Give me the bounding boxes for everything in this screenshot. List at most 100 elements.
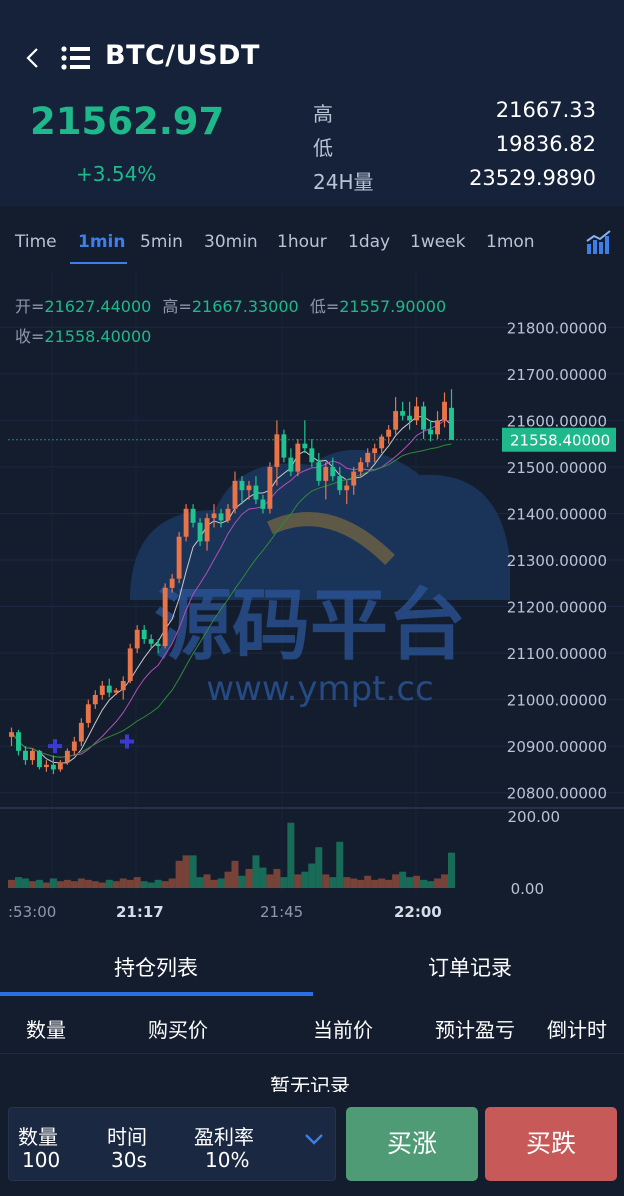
candle-body xyxy=(64,750,70,763)
ohlc-readout: 开=21627.44000 高=21667.33000 低=21557.9000… xyxy=(15,293,446,317)
candle-body xyxy=(337,476,343,491)
candle-body xyxy=(134,629,140,649)
tab-1day[interactable]: 1day xyxy=(348,232,390,252)
candle-body xyxy=(372,448,378,453)
volume-bar xyxy=(8,879,15,888)
qty-value[interactable]: 100 xyxy=(22,1148,60,1172)
volume-bar xyxy=(91,881,99,888)
candle-body xyxy=(211,513,217,519)
last-price: 21562.97 xyxy=(30,100,225,143)
candle-body xyxy=(302,443,308,449)
tab-order-history[interactable]: 订单记录 xyxy=(428,952,512,982)
candle-body xyxy=(218,513,224,521)
candle-body xyxy=(120,681,126,691)
volume-bar xyxy=(49,878,57,888)
low-label: 低 xyxy=(313,136,333,160)
candle-body xyxy=(323,466,329,481)
close-value: 21558.40000 xyxy=(44,327,152,346)
volume-bar xyxy=(161,881,169,888)
candle-body xyxy=(9,732,14,737)
tab-5min[interactable]: 5min xyxy=(140,232,183,252)
candle-body xyxy=(85,704,91,723)
candle-body xyxy=(365,452,371,463)
chart-type-icon[interactable] xyxy=(585,228,613,256)
candle-body xyxy=(176,536,182,579)
high-value: 21667.33 xyxy=(495,98,596,122)
tab-1hour[interactable]: 1hour xyxy=(277,232,327,252)
candle-body xyxy=(442,401,447,421)
candle-body xyxy=(57,762,63,770)
col-current-price: 当前价 xyxy=(313,1018,373,1042)
tab-1week[interactable]: 1week xyxy=(410,232,465,252)
volume-bar xyxy=(196,877,204,888)
volume-bar xyxy=(252,855,260,888)
candle-body xyxy=(239,480,245,491)
volume-bar xyxy=(98,882,106,888)
volume-bar xyxy=(126,879,134,888)
chevron-down-icon[interactable] xyxy=(304,1132,324,1146)
x-tick-label: 21:45 xyxy=(260,903,303,921)
volume-bar xyxy=(441,874,449,888)
menu-list-icon[interactable] xyxy=(60,44,92,72)
rate-value[interactable]: 10% xyxy=(205,1148,249,1172)
y-tick-label: 21300.00000 xyxy=(507,552,607,570)
volume-bar xyxy=(322,874,330,888)
y-tick-label: 21200.00000 xyxy=(507,599,607,617)
candle-body xyxy=(169,578,175,588)
candlestick-chart[interactable]: 源码平台 www.ympt.cc 21800.00000 21700.00000 2… xyxy=(0,272,624,932)
col-countdown: 倒计时 xyxy=(547,1018,607,1042)
volume-bar xyxy=(364,875,372,888)
volume-bar xyxy=(399,871,407,888)
candle-body xyxy=(92,694,98,705)
candle-body xyxy=(162,587,168,647)
candle-body xyxy=(344,485,350,491)
candle-body xyxy=(435,420,440,435)
candle-body xyxy=(225,508,231,521)
candle-body xyxy=(379,436,385,449)
volume-bar xyxy=(287,822,295,888)
y-tick-label: 21100.00000 xyxy=(507,645,607,663)
volume-bar xyxy=(70,881,78,888)
candle-body xyxy=(197,522,203,542)
candle-body xyxy=(260,499,266,509)
candle-body xyxy=(50,764,56,770)
candle-body xyxy=(155,643,161,647)
watermark-text: 源码平台 xyxy=(154,581,466,671)
tab-1mon[interactable]: 1mon xyxy=(486,232,535,252)
back-icon[interactable] xyxy=(22,44,46,72)
volume-bar xyxy=(378,878,386,888)
volume-bar xyxy=(35,879,43,888)
candle-body xyxy=(183,508,189,537)
volume-bar xyxy=(266,874,274,888)
volume-bar xyxy=(350,878,358,888)
tab-time[interactable]: Time xyxy=(15,232,57,252)
watermark-logo: 源码平台 www.ympt.cc xyxy=(130,449,510,709)
x-tick-label: :53:00 xyxy=(8,903,56,921)
volume-bar xyxy=(147,882,155,888)
buy-down-button[interactable]: 买跌 xyxy=(485,1107,617,1181)
y-tick-label: 21800.00000 xyxy=(507,319,607,337)
buy-up-button[interactable]: 买涨 xyxy=(346,1107,478,1181)
y-tick-label: 21000.00000 xyxy=(507,692,607,710)
volume-bar xyxy=(210,879,218,888)
volume-bar xyxy=(301,871,309,888)
watermark-url: www.ympt.cc xyxy=(206,669,433,709)
time-value[interactable]: 30s xyxy=(111,1148,147,1172)
tab-1min[interactable]: 1min xyxy=(78,232,125,252)
volume-bar xyxy=(259,867,267,888)
volume-bar xyxy=(21,878,29,888)
tab-positions[interactable]: 持仓列表 xyxy=(114,952,198,982)
volume-bar xyxy=(168,878,176,888)
candle-body xyxy=(330,466,336,477)
volume-bar xyxy=(357,879,365,888)
volume-bar xyxy=(154,879,162,888)
volume-bar xyxy=(112,881,120,888)
qty-label: 数量 xyxy=(18,1125,58,1149)
y-tick-label: 20900.00000 xyxy=(507,738,607,756)
positions-header xyxy=(0,998,624,1054)
volume-bar xyxy=(133,877,141,888)
volume-bar xyxy=(231,860,239,888)
y-tick-label: 21600.00000 xyxy=(507,412,607,430)
active-tab-indicator xyxy=(70,262,127,264)
tab-30min[interactable]: 30min xyxy=(204,232,258,252)
